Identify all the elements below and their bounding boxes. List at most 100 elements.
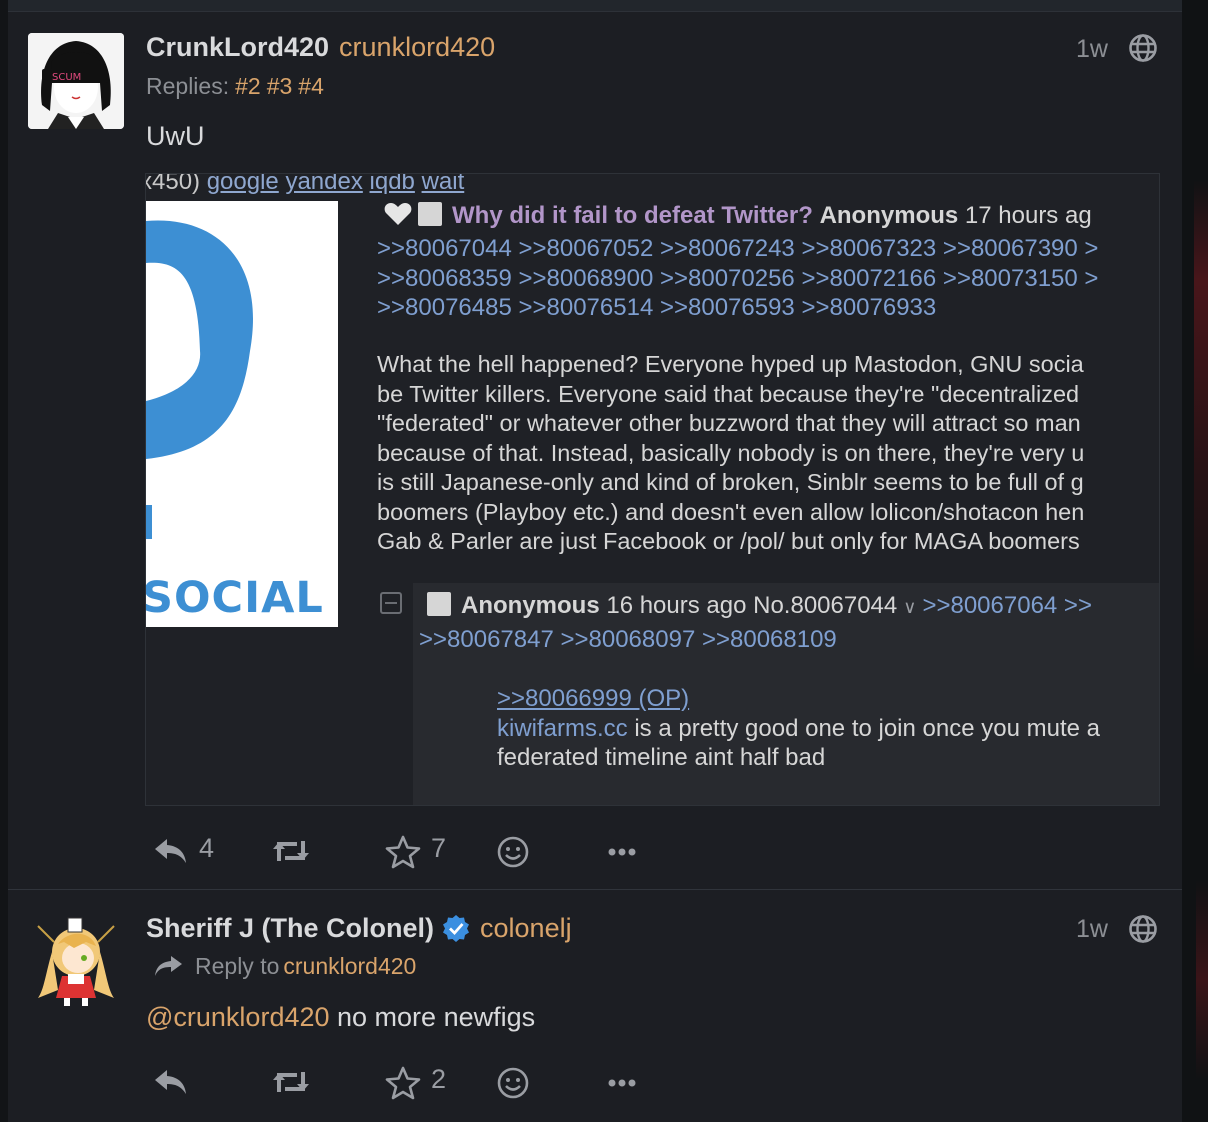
media-attachment[interactable]: x450) google yandex iqdb wait SOCIAL Why… (145, 173, 1160, 806)
status[interactable]: SCUM CrunkLord420 crunklord420 1w Replies… (8, 12, 1182, 890)
cropped-text: x450) (145, 173, 207, 195)
previous-status-edge (8, 0, 1182, 12)
op-subject: Why did it fail to defeat Twitter? (452, 202, 813, 229)
star-icon (385, 1066, 421, 1100)
reply-link[interactable]: #4 (298, 73, 324, 99)
timeline: SCUM CrunkLord420 crunklord420 1w Replies… (8, 0, 1182, 1122)
avatar-image: SCUM (28, 33, 124, 129)
background-decoration (1196, 880, 1208, 1080)
search-link: google (206, 173, 279, 195)
reply-button[interactable] (153, 1062, 223, 1102)
thumbnail-image: SOCIAL (146, 201, 338, 627)
favourite-button[interactable]: 7 (385, 831, 455, 871)
content-text: no more newfigs (329, 1002, 536, 1032)
background-edge (1182, 0, 1208, 1122)
avatar[interactable]: SCUM (28, 33, 124, 129)
reply-text: federated timeline aint half bad (497, 744, 826, 771)
reply-quote-inline: >>80067064 >> (922, 592, 1092, 619)
site-link: kiwifarms.cc (497, 714, 628, 742)
reply-count: 4 (199, 833, 215, 863)
timestamp[interactable]: 1w (1076, 915, 1108, 944)
verified-icon (443, 915, 470, 942)
avatar-image (37, 917, 115, 1006)
more-icon (608, 1079, 636, 1087)
avatar[interactable] (28, 912, 124, 1008)
reply-to-line: Reply to crunklord420 (153, 953, 416, 980)
search-link: wait (421, 173, 465, 195)
body-line: What the hell happened? Everyone hyped u… (377, 351, 1084, 377)
favourite-button[interactable]: 2 (385, 1062, 455, 1102)
search-link: iqdb (369, 173, 415, 195)
reply-link[interactable]: #3 (267, 73, 293, 99)
reply-quote-links: >>80067847 >>80068097 >>80068109 (419, 626, 837, 653)
op-body: What the hell happened? Everyone hyped u… (377, 350, 1084, 557)
checkbox-icon (418, 202, 442, 226)
star-icon (385, 835, 421, 869)
body-line: is still Japanese-only and kind of broke… (377, 469, 1084, 495)
reply-time: 16 hours ago (606, 592, 747, 619)
body-line: because of that. Instead, basically nobo… (377, 439, 1085, 466)
quote-line: >>80067044 >>80067052 >>80067243 >>80067… (377, 235, 1099, 262)
background-decoration (1194, 180, 1208, 680)
globe-icon[interactable] (1128, 914, 1158, 944)
status-content: @crunklord420 no more newfigs (146, 1002, 535, 1033)
reply-post-number: No.80067044 (753, 592, 898, 619)
display-name[interactable]: Sheriff J (The Colonel) colonelj (146, 913, 572, 944)
reply-to-label: Reply to (195, 953, 280, 979)
collapse-icon (380, 592, 402, 614)
reply-icon (155, 1070, 186, 1094)
body-line: Gab & Parler are just Facebook or /pol/ … (377, 528, 1080, 554)
op-link: >>80066999 (OP) (497, 685, 690, 712)
body-line: boomers (Playboy etc.) and doesn't even … (377, 498, 1085, 525)
boost-button[interactable] (271, 831, 321, 871)
emoji-reaction-button[interactable] (496, 831, 536, 871)
account-handle[interactable]: crunklord420 (339, 32, 495, 62)
reply-author: Anonymous (461, 592, 600, 619)
op-header: Why did it fail to defeat Twitter? Anony… (384, 202, 1092, 230)
op-time: 17 hours ag (964, 202, 1092, 229)
quote-line: >>80076485 >>80076514 >>80076593 >>80076… (377, 294, 937, 321)
search-link: yandex (285, 173, 363, 195)
emoji-reaction-button[interactable] (496, 1062, 536, 1102)
display-name-text[interactable]: CrunkLord420 (146, 32, 329, 62)
status-content: UwU (146, 121, 205, 151)
chevron-down-icon: ∨ (903, 597, 917, 617)
globe-icon[interactable] (1128, 33, 1158, 63)
avatar-text: SCUM (52, 72, 81, 83)
replies-label: Replies: (146, 73, 230, 99)
checkbox-icon (427, 592, 451, 616)
emoji-icon (497, 836, 529, 868)
favourite-count: 2 (431, 1064, 447, 1094)
boost-button[interactable] (271, 1062, 321, 1102)
quote-line: >>80068359 >>80068900 >>80070256 >>80072… (377, 264, 1099, 292)
op-author: Anonymous (819, 202, 959, 229)
display-name-text[interactable]: Sheriff J (The Colonel) (146, 913, 434, 943)
reply-header: Anonymous 16 hours ago No.80067044 ∨ >>800… (427, 592, 1092, 620)
more-button[interactable] (605, 831, 645, 871)
display-name[interactable]: CrunkLord420 crunklord420 (146, 32, 495, 63)
heart-icon (384, 203, 412, 225)
reply-to-account[interactable]: crunklord420 (283, 953, 416, 979)
reply-icon (155, 839, 186, 863)
op-quote-links: >>80067044 >>80067052 >>80067243 >>80067… (377, 234, 1098, 323)
reply-arrow-icon (155, 956, 182, 976)
body-line: be Twitter killers. Everyone said that b… (377, 380, 1080, 407)
cropped-link-row: x450) google yandex iqdb wait (145, 173, 465, 196)
reply-link[interactable]: #2 (235, 73, 261, 99)
reply-text: is a pretty good one to join once you mu… (627, 714, 1100, 742)
reply-body: >>80066999 (OP) kiwifarms.cc is a pretty… (497, 684, 1100, 773)
mention-link[interactable]: @crunklord420 (146, 1002, 330, 1032)
status[interactable]: Sheriff J (The Colonel) colonelj 1w Reply… (8, 891, 1182, 1122)
more-button[interactable] (605, 1062, 645, 1102)
reply-button[interactable]: 4 (153, 831, 223, 871)
body-line: "federated" or whatever other buzzword t… (377, 410, 1081, 436)
emoji-icon (497, 1067, 529, 1099)
timestamp[interactable]: 1w (1076, 35, 1108, 64)
more-icon (608, 848, 636, 856)
boost-icon (273, 1072, 309, 1092)
replies-list: Replies: #2 #3 #4 (146, 73, 324, 100)
thumbnail-text: SOCIAL (146, 573, 324, 623)
mastodon-logo-fragment (146, 220, 253, 539)
favourite-count: 7 (431, 833, 447, 863)
account-handle[interactable]: colonelj (480, 913, 572, 943)
